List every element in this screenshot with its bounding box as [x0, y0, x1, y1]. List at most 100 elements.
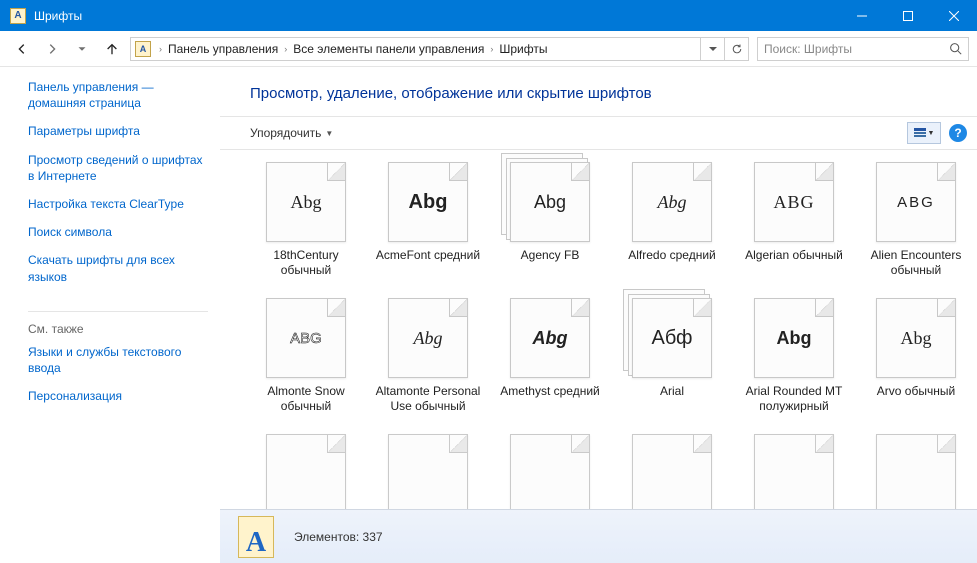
search-icon[interactable] — [942, 42, 968, 55]
font-thumbnail: ABG — [876, 162, 956, 242]
window-title: Шрифты — [34, 9, 839, 23]
font-label: Arial — [616, 384, 728, 399]
font-sample: Abg — [777, 328, 812, 349]
font-item[interactable] — [250, 434, 362, 509]
search-input[interactable] — [758, 42, 942, 56]
sidebar-link[interactable]: Просмотр сведений о шрифтах в Интернете — [28, 152, 208, 184]
close-button[interactable] — [931, 0, 977, 31]
font-item[interactable]: AbgArial Rounded MT полужирный — [738, 298, 850, 414]
fonts-grid-container: Abg18thCentury обычныйAbgAcmeFont средни… — [220, 150, 977, 509]
breadcrumb-separator[interactable]: › — [280, 44, 291, 54]
font-item[interactable] — [494, 434, 606, 509]
font-sample: Abg — [658, 192, 687, 213]
see-also-link[interactable]: Персонализация — [28, 388, 208, 404]
breadcrumb-item[interactable]: Все элементы панели управления — [291, 42, 486, 56]
back-button[interactable] — [8, 35, 36, 63]
main-panel: Просмотр, удаление, отображение или скры… — [220, 67, 977, 509]
divider — [28, 311, 208, 312]
main-header: Просмотр, удаление, отображение или скры… — [220, 67, 977, 116]
address-bar[interactable]: A › Панель управления › Все элементы пан… — [130, 37, 749, 61]
recent-dropdown[interactable] — [68, 35, 96, 63]
font-thumbnail — [388, 434, 468, 509]
font-sample: ABG — [897, 194, 935, 211]
dogear-icon — [937, 163, 955, 181]
font-item[interactable]: AbgAltamonte Personal Use обычный — [372, 298, 484, 414]
font-sample: Abg — [291, 192, 322, 213]
chevron-down-icon: ▼ — [928, 130, 935, 137]
font-thumbnail — [754, 434, 834, 509]
sidebar-link[interactable]: Скачать шрифты для всех языков — [28, 252, 208, 284]
font-label: Amethyst средний — [494, 384, 606, 399]
sidebar-link[interactable]: Поиск символа — [28, 224, 208, 240]
search-box[interactable] — [757, 37, 969, 61]
dogear-icon — [815, 163, 833, 181]
font-item[interactable] — [616, 434, 728, 509]
status-bar: A Элементов: 337 — [220, 509, 977, 563]
font-thumbnail — [632, 434, 712, 509]
font-item[interactable]: ABG Algerian обычный — [738, 162, 850, 278]
font-item[interactable]: AbgAlfredo средний — [616, 162, 728, 278]
font-thumbnail: Abg — [266, 162, 346, 242]
navigation-bar: A › Панель управления › Все элементы пан… — [0, 31, 977, 67]
dogear-icon — [937, 435, 955, 453]
font-label: AcmeFont средний — [372, 248, 484, 263]
view-options-button[interactable]: ▼ — [907, 122, 941, 144]
font-item[interactable] — [738, 434, 850, 509]
font-sample: Abg — [534, 192, 566, 213]
font-thumbnail — [266, 434, 346, 509]
organize-label: Упорядочить — [250, 126, 321, 140]
font-sample: ABG — [773, 192, 814, 213]
dogear-icon — [815, 435, 833, 453]
chevron-down-icon: ▼ — [325, 129, 333, 138]
font-label: Alien Encounters обычный — [860, 248, 972, 278]
dogear-icon — [571, 163, 589, 181]
font-thumbnail: Abg — [876, 298, 956, 378]
minimize-button[interactable] — [839, 0, 885, 31]
sidebar-link[interactable]: Панель управления — домашняя страница — [28, 79, 208, 111]
breadcrumb-separator[interactable]: › — [486, 44, 497, 54]
address-dropdown[interactable] — [700, 38, 724, 60]
see-also-link[interactable]: Языки и службы текстового ввода — [28, 344, 208, 376]
font-item[interactable]: Abg Amethyst средний — [494, 298, 606, 414]
dogear-icon — [449, 435, 467, 453]
font-thumbnail: Abg — [510, 162, 590, 242]
sidebar-link[interactable]: Настройка текста ClearType — [28, 196, 208, 212]
font-item[interactable]: Abg AcmeFont средний — [372, 162, 484, 278]
breadcrumb-separator[interactable]: › — [155, 44, 166, 54]
view-icon — [914, 128, 926, 138]
font-item[interactable] — [372, 434, 484, 509]
refresh-button[interactable] — [724, 38, 748, 60]
font-item[interactable]: Абф Arial — [616, 298, 728, 414]
font-sample: ABG — [290, 330, 322, 347]
breadcrumb-item[interactable]: Панель управления — [166, 42, 280, 56]
font-thumbnail: Абф — [632, 298, 712, 378]
font-item[interactable]: ABG Alien Encounters обычный — [860, 162, 972, 278]
font-sample: Abg — [901, 328, 932, 349]
title-bar: A Шрифты — [0, 0, 977, 31]
help-button[interactable]: ? — [949, 124, 967, 142]
font-sample: Abg — [409, 191, 448, 214]
font-item[interactable]: AbgAgency FB — [494, 162, 606, 278]
maximize-button[interactable] — [885, 0, 931, 31]
sidebar-link[interactable]: Параметры шрифта — [28, 123, 208, 139]
dogear-icon — [693, 299, 711, 317]
font-item[interactable]: Abg18thCentury обычный — [250, 162, 362, 278]
breadcrumb-item[interactable]: Шрифты — [497, 42, 549, 56]
font-item[interactable]: ABG Almonte Snow обычный — [250, 298, 362, 414]
dogear-icon — [815, 299, 833, 317]
organize-button[interactable]: Упорядочить ▼ — [250, 126, 333, 140]
dogear-icon — [571, 299, 589, 317]
font-item[interactable] — [860, 434, 972, 509]
dogear-icon — [449, 163, 467, 181]
font-thumbnail: Abg — [510, 298, 590, 378]
up-button[interactable] — [98, 35, 126, 63]
font-item[interactable]: AbgArvo обычный — [860, 298, 972, 414]
font-label: Almonte Snow обычный — [250, 384, 362, 414]
font-thumbnail: Abg — [388, 162, 468, 242]
dogear-icon — [693, 163, 711, 181]
font-thumbnail: Abg — [632, 162, 712, 242]
forward-button[interactable] — [38, 35, 66, 63]
dogear-icon — [693, 435, 711, 453]
dogear-icon — [937, 299, 955, 317]
font-label: Algerian обычный — [738, 248, 850, 263]
